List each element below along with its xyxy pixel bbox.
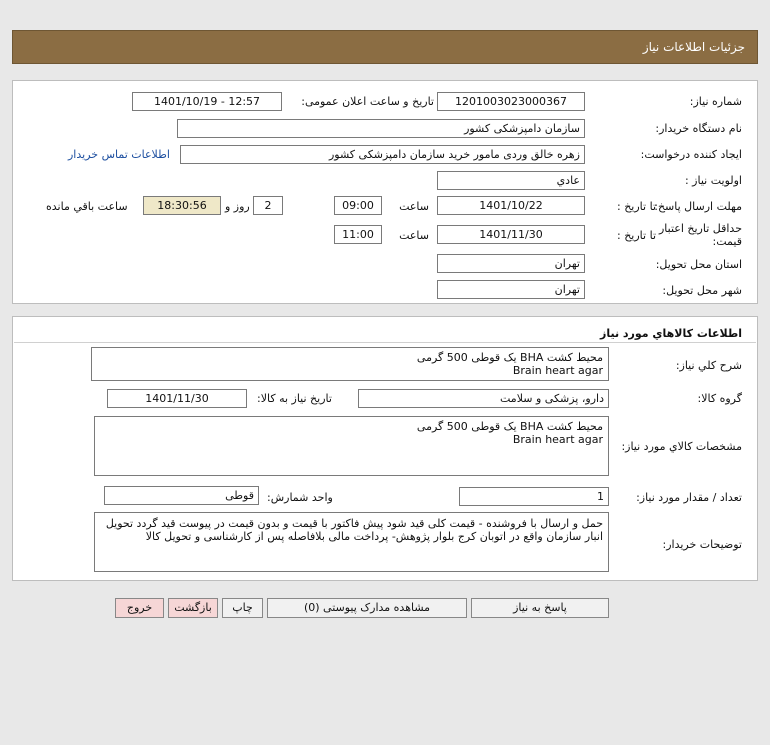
buyer-org-field: سازمان دامپزشکی کشور [177, 119, 585, 138]
deadline-time-field: 09:00 [334, 196, 382, 215]
goods-section-title: اطلاعات کالاهاي مورد نياز [600, 327, 742, 340]
need-date-field: 1401/11/30 [107, 389, 247, 408]
unit-field: قوطی [104, 486, 259, 505]
exit-button[interactable]: خروج [115, 598, 164, 618]
buyer-notes-label: توضیحات خریدار: [662, 538, 743, 551]
province-label: استان محل تحویل: [655, 258, 742, 271]
need-date-label: تاریخ نیاز به کالا: [257, 392, 332, 405]
province-field: تهران [437, 254, 585, 273]
creator-label: ایجاد کننده درخواست: [640, 148, 742, 161]
spec-field: محیط کشت BHA یک قوطی 500 گرمی Brain hear… [94, 416, 609, 476]
general-desc-line-2: Brain heart agar [512, 364, 603, 377]
goods-group-label: گروه کالا: [697, 392, 742, 405]
view-docs-button[interactable]: مشاهده مدارک پیوستی (0) [267, 598, 467, 618]
need-number-label: شماره نیاز: [689, 95, 742, 108]
priority-label: اولویت نیاز : [684, 174, 742, 187]
respond-button[interactable]: پاسخ به نیاز [471, 598, 609, 618]
deadline-time-label: ساعت [399, 200, 429, 213]
remaining-label: ساعت باقي مانده [46, 200, 128, 213]
deadline-label: مهلت ارسال پاسخ: [654, 200, 742, 213]
validity-to-date-label: تا تاریخ : [617, 229, 656, 242]
validity-time-label: ساعت [399, 229, 429, 242]
announce-field: 1401/10/19 - 12:57 [132, 92, 282, 111]
general-desc-label: شرح کلي نياز: [675, 359, 742, 372]
days-field: 2 [253, 196, 283, 215]
remaining-time-field: 18:30:56 [143, 196, 221, 215]
general-desc-line-1: محیط کشت BHA یک قوطی 500 گرمی [416, 351, 603, 364]
deadline-date-field: 1401/10/22 [437, 196, 585, 215]
announce-label: تاریخ و ساعت اعلان عمومی: [301, 95, 434, 108]
day-and-label: روز و [225, 200, 250, 213]
priority-field: عادي [437, 171, 585, 190]
page-header: جزئیات اطلاعات نیاز [12, 30, 758, 64]
validity-label: حداقل تاریخ اعتبار قیمت: [658, 222, 742, 248]
city-field: تهران [437, 280, 585, 299]
goods-group-field: دارو، پزشکی و سلامت [358, 389, 609, 408]
buyer-contact-link[interactable]: اطلاعات تماس خریدار [68, 148, 170, 161]
validity-time-field: 11:00 [334, 225, 382, 244]
validity-date-field: 1401/11/30 [437, 225, 585, 244]
spec-line-2: Brain heart agar [512, 433, 603, 446]
print-button[interactable]: چاپ [222, 598, 263, 618]
buyer-notes-field: حمل و ارسال با فروشنده - قیمت کلی قید شو… [94, 512, 609, 572]
creator-field: زهره خالق وردی مامور خرید سازمان دامپزشک… [180, 145, 585, 164]
deadline-to-date-label: تا تاریخ : [617, 200, 656, 213]
page-title: جزئیات اطلاعات نیاز [642, 40, 745, 54]
unit-label: واحد شمارش: [267, 491, 333, 504]
general-desc-field: محیط کشت BHA یک قوطی 500 گرمی Brain hear… [91, 347, 609, 381]
back-button[interactable]: بازگشت [168, 598, 218, 618]
spec-line-1: محیط کشت BHA یک قوطی 500 گرمی [416, 420, 603, 433]
need-details-panel [12, 80, 758, 304]
quantity-label: تعداد / مقدار مورد نیاز: [636, 491, 742, 504]
buyer-org-label: نام دستگاه خریدار: [655, 122, 742, 135]
section-divider [14, 342, 756, 343]
quantity-field: 1 [459, 487, 609, 506]
need-number-field: 1201003023000367 [437, 92, 585, 111]
city-label: شهر محل تحویل: [662, 284, 742, 297]
spec-label: مشخصات کالاي مورد نياز: [621, 440, 742, 453]
